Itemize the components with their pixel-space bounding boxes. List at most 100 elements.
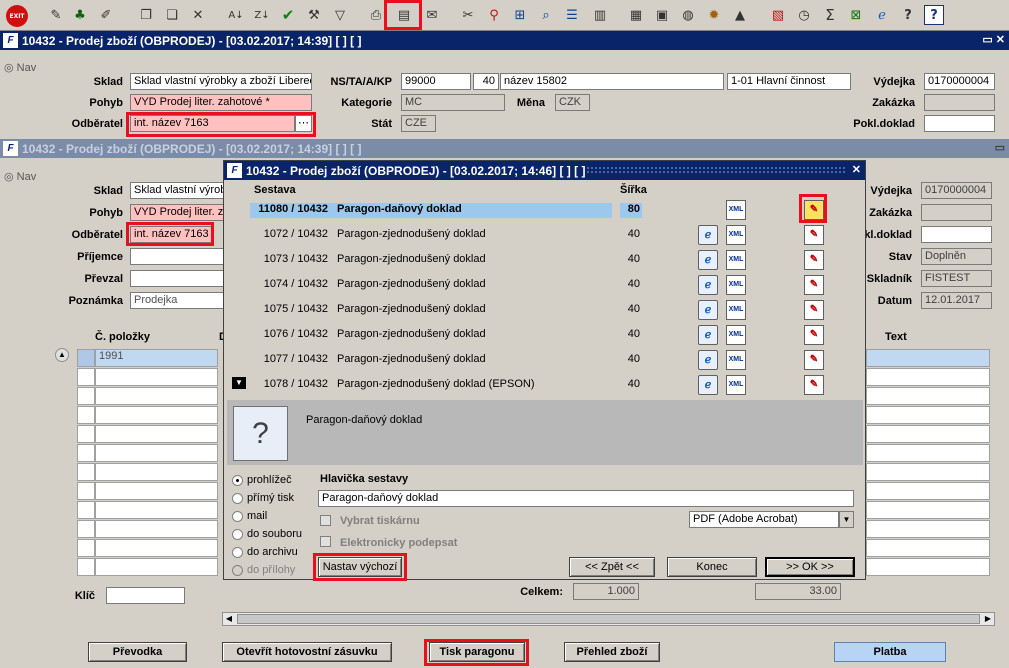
konec-button[interactable]: Konec [667, 557, 757, 577]
globe-icon[interactable]: ◍ [678, 5, 698, 25]
table-cell[interactable] [95, 463, 218, 481]
a-field[interactable]: název 15802 [500, 73, 724, 90]
report-name[interactable]: Paragon-zjednodušený doklad (EPSON) [337, 378, 535, 390]
help-book-icon[interactable]: ? [924, 5, 944, 25]
vybrat-checkbox[interactable] [320, 515, 331, 526]
report-code[interactable]: 1078 / 10432 [250, 378, 328, 390]
col-text-header[interactable]: Text [885, 331, 907, 343]
radio-mail[interactable]: mail [232, 510, 267, 522]
stav-field[interactable]: Doplněn [921, 248, 992, 265]
prijemce-field[interactable] [130, 248, 226, 265]
pdf-icon[interactable]: ✎ [804, 300, 824, 320]
print-icon[interactable]: ⎙ [366, 5, 386, 25]
scroll-left-icon[interactable]: ◀ [223, 613, 235, 625]
table-cell[interactable] [866, 501, 990, 519]
pdf-icon[interactable]: ✎ [804, 275, 824, 295]
web-icon[interactable]: ℯ [872, 5, 892, 25]
ok-button[interactable]: >> OK >> [765, 557, 855, 577]
pdf-icon[interactable]: ✎ [804, 225, 824, 245]
excel-icon[interactable]: ⊠ [846, 5, 866, 25]
help-icon[interactable]: ? [898, 5, 918, 25]
table-cell[interactable] [866, 425, 990, 443]
report-name[interactable]: Paragon-zjednodušený doklad [337, 253, 486, 265]
eraser-icon[interactable]: ✐ [96, 5, 116, 25]
table-icon[interactable]: ▦ [626, 5, 646, 25]
restore-icon[interactable]: ▭ ✕ [982, 33, 1005, 46]
row-selector[interactable] [77, 368, 95, 386]
table-cell[interactable] [95, 425, 218, 443]
report-width[interactable]: 40 [622, 253, 640, 265]
copy-icon[interactable]: ❐ [136, 5, 156, 25]
table-cell[interactable] [866, 520, 990, 538]
row-selector[interactable] [77, 463, 95, 481]
prevzal-field[interactable] [130, 270, 226, 287]
first-row-text[interactable] [866, 349, 990, 367]
xml-icon[interactable]: XML [726, 200, 746, 220]
table-cell[interactable] [95, 501, 218, 519]
paste-icon[interactable]: ❏ [162, 5, 182, 25]
otevrit-zasuvku-button[interactable]: Otevřít hotovostní zásuvku [222, 642, 392, 662]
ie-icon[interactable]: ℯ [698, 325, 718, 345]
zakazka-field[interactable] [921, 204, 992, 221]
mountain-icon[interactable]: ▲ [730, 5, 750, 25]
klic-field[interactable] [106, 587, 185, 604]
xml-icon[interactable]: XML [726, 225, 746, 245]
horizontal-scrollbar[interactable]: ◀ ▶ [222, 612, 995, 626]
report-width[interactable]: 40 [622, 378, 640, 390]
delete-icon[interactable]: ✕ [188, 5, 208, 25]
chevron-down-icon[interactable]: ▼ [839, 511, 854, 528]
report-name[interactable]: Paragon-zjednodušený doklad [337, 228, 486, 240]
report-width[interactable]: 80 [622, 203, 640, 215]
vydejka-field[interactable]: 0170000004 [924, 73, 995, 90]
report-width[interactable]: 40 [622, 328, 640, 340]
nav-link[interactable]: ◎ Nav [4, 61, 36, 74]
report-name[interactable]: Paragon-zjednodušený doklad [337, 303, 486, 315]
report-name[interactable]: Paragon-zjednodušený doklad [337, 328, 486, 340]
sklad-field[interactable]: Sklad vlastní výrobky a zboží Liberec [130, 73, 312, 90]
row-selector[interactable] [77, 558, 95, 576]
report-code[interactable]: 11080 / 10432 [250, 203, 328, 215]
chart-icon[interactable]: ▧ [768, 5, 788, 25]
mena-field[interactable]: CZK [555, 94, 590, 111]
columns-icon[interactable]: ▥ [590, 5, 610, 25]
table-cell[interactable] [95, 368, 218, 386]
report-width[interactable]: 40 [622, 228, 640, 240]
tree-icon[interactable]: ♣ [70, 5, 90, 25]
radio-prohlizec[interactable]: prohlížeč [232, 474, 292, 486]
platba-button[interactable]: Platba [834, 642, 946, 662]
cut-icon[interactable]: ✂ [458, 5, 478, 25]
ie-icon[interactable]: ℯ [698, 250, 718, 270]
ie-icon[interactable]: ℯ [698, 300, 718, 320]
table-cell[interactable] [866, 387, 990, 405]
kldoklad-field[interactable] [921, 226, 992, 243]
table-cell[interactable] [95, 387, 218, 405]
row-selector[interactable] [77, 425, 95, 443]
table-cell[interactable] [866, 368, 990, 386]
first-row-cpolozky[interactable]: 1991 [95, 349, 218, 367]
ie-icon[interactable]: ℯ [698, 350, 718, 370]
ns-field[interactable]: 99000 [401, 73, 471, 90]
sort-za-icon[interactable]: Z↓ [252, 5, 272, 25]
table-cell[interactable] [95, 444, 218, 462]
scroll-up-icon[interactable]: ▲ [55, 348, 69, 362]
radio-do-archivu[interactable]: do archivu [232, 546, 298, 558]
report-code[interactable]: 1074 / 10432 [250, 278, 328, 290]
close-icon[interactable]: ✕ [852, 163, 861, 176]
tree-view-icon[interactable]: ⊞ [510, 5, 530, 25]
table-cell[interactable] [866, 444, 990, 462]
row-selector[interactable] [77, 387, 95, 405]
report-name[interactable]: Paragon-zjednodušený doklad [337, 278, 486, 290]
radio-primy-tisk[interactable]: přímý tisk [232, 492, 294, 504]
filter-icon[interactable]: ▽ [330, 5, 350, 25]
wheel-icon[interactable]: ✹ [704, 5, 724, 25]
prevodka-button[interactable]: Převodka [88, 642, 187, 662]
xml-icon[interactable]: XML [726, 325, 746, 345]
list-icon[interactable]: ☰ [562, 5, 582, 25]
report-code[interactable]: 1072 / 10432 [250, 228, 328, 240]
report-icon[interactable]: ▣ [652, 5, 672, 25]
vydejka-field[interactable]: 0170000004 [921, 182, 992, 199]
stat-field[interactable]: CZE [401, 115, 436, 132]
new-record-icon[interactable]: ✎ [46, 5, 66, 25]
pohyb-field[interactable]: VYD Prodej liter. zahotové * [130, 94, 312, 111]
row-selector[interactable] [77, 501, 95, 519]
